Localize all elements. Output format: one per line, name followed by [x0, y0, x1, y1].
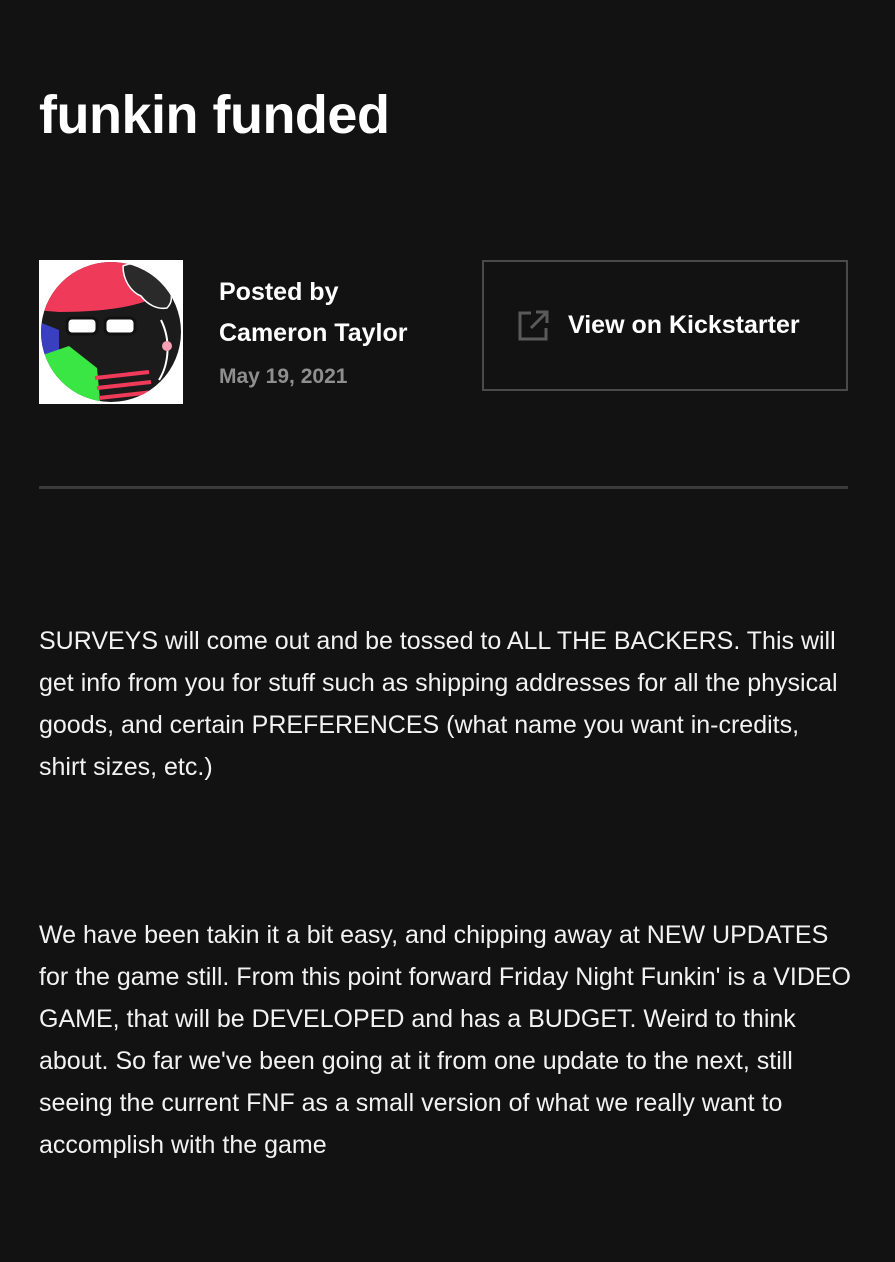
external-link-icon — [518, 310, 549, 340]
post-paragraph: We have been takin it a bit easy, and ch… — [39, 921, 851, 1159]
post-page: funkin funded Posted by Cameron Taylor M… — [0, 0, 895, 1262]
post-paragraph: SURVEYS will come out and be tossed to A… — [39, 627, 838, 781]
author-avatar — [39, 260, 183, 404]
author-name[interactable]: Cameron Taylor — [219, 312, 407, 354]
view-on-kickstarter-button[interactable]: View on Kickstarter — [482, 260, 848, 391]
kickstarter-button-label: View on Kickstarter — [568, 311, 800, 339]
post-date: May 19, 2021 — [219, 365, 348, 388]
author-info: Posted by Cameron Taylor May 19, 2021 — [219, 272, 407, 394]
post-title: funkin funded — [39, 85, 390, 145]
header-divider — [39, 486, 848, 489]
posted-by-label: Posted by — [219, 278, 339, 306]
